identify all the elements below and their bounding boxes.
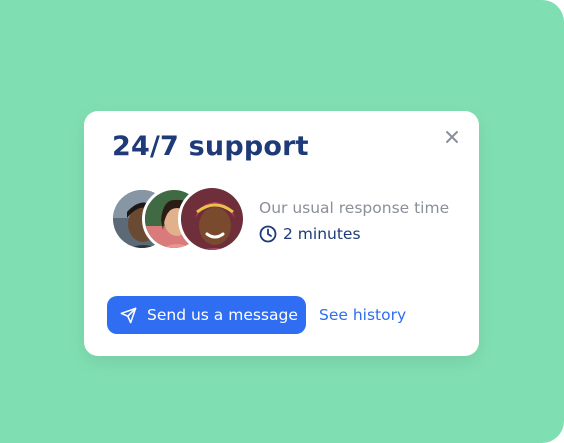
paper-plane-icon xyxy=(120,307,137,323)
response-time-row: 2 minutes xyxy=(259,225,449,243)
response-info: Our usual response time 2 minutes xyxy=(259,199,449,243)
send-message-button[interactable]: Send us a message xyxy=(107,296,306,334)
response-time-label: Our usual response time xyxy=(259,199,450,217)
support-widget-card: 24/7 support Our usual response time 2 m… xyxy=(84,111,479,356)
clock-icon xyxy=(259,225,277,243)
avatar xyxy=(178,185,246,253)
close-button[interactable] xyxy=(442,127,462,147)
see-history-link[interactable]: See history xyxy=(319,306,406,324)
support-agents-avatars xyxy=(110,185,250,257)
close-icon xyxy=(446,131,458,143)
response-time-value: 2 minutes xyxy=(283,225,361,243)
send-message-label: Send us a message xyxy=(147,306,298,324)
widget-title: 24/7 support xyxy=(112,131,309,162)
